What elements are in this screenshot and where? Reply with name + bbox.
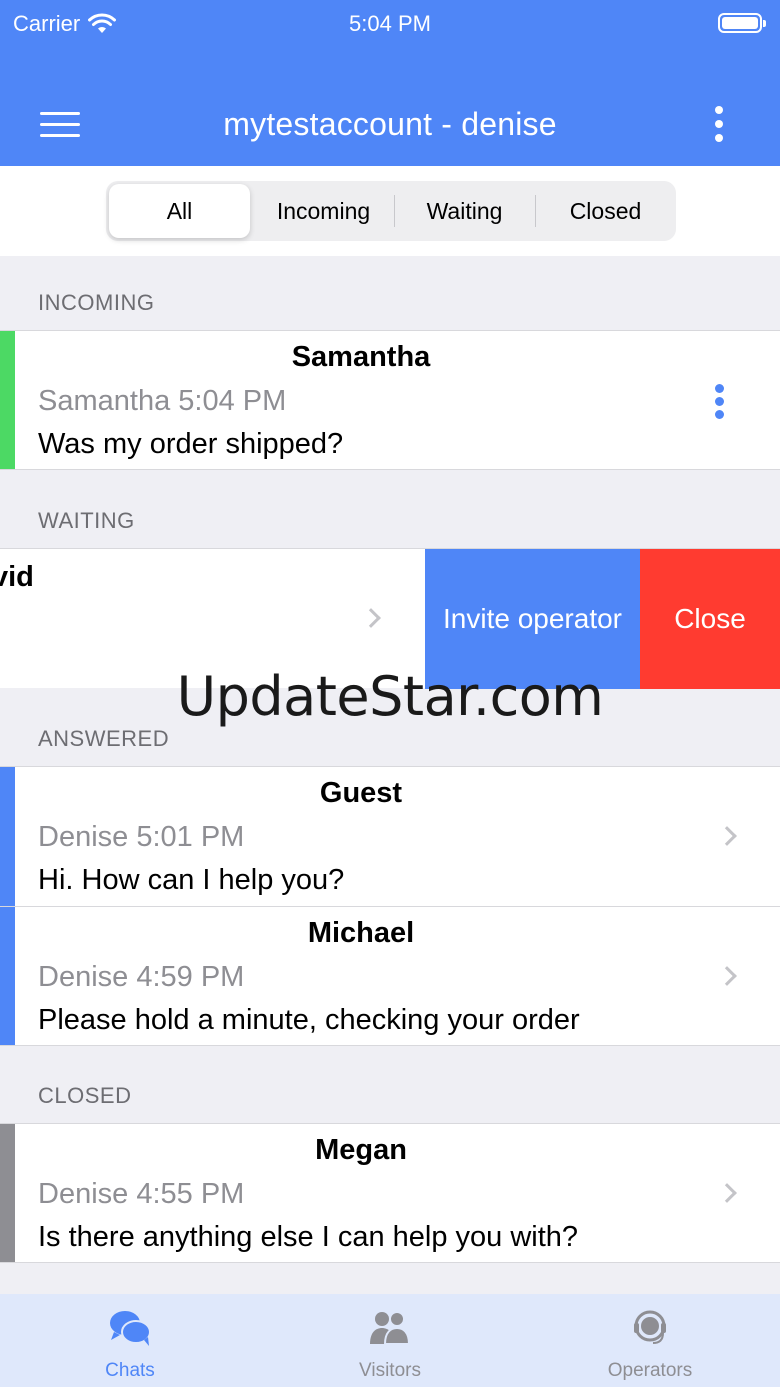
- segment-closed[interactable]: Closed: [535, 181, 676, 241]
- status-bar: Carrier 5:04 PM: [0, 0, 780, 48]
- segment-waiting[interactable]: Waiting: [394, 181, 535, 241]
- chat-message: Please hold a minute, checking your orde…: [38, 1004, 580, 1036]
- chat-meta: Denise 4:59 PM: [38, 961, 245, 993]
- tab-bar: Chats Visitors Operators: [0, 1294, 780, 1387]
- visitors-icon: [370, 1311, 411, 1345]
- chat-message: Is there anything else I can help you wi…: [38, 1221, 579, 1253]
- row-options-icon[interactable]: [713, 384, 727, 420]
- chevron-right-icon: [717, 826, 737, 846]
- tab-label: Visitors: [359, 1360, 421, 1381]
- tab-visitors[interactable]: Visitors: [260, 1294, 520, 1387]
- chat-meta: Denise 4:55 PM: [38, 1178, 245, 1210]
- more-options-icon[interactable]: [708, 104, 730, 144]
- chat-message: Hi. How can I help you?: [38, 864, 345, 896]
- segment-all[interactable]: All: [109, 184, 250, 238]
- chat-row-guest[interactable]: Guest Denise 5:01 PM Hi. How can I help …: [0, 766, 780, 906]
- chat-row-megan[interactable]: Megan Denise 4:55 PM Is there anything e…: [0, 1123, 780, 1263]
- section-header-closed: CLOSED: [38, 1083, 132, 1108]
- chat-name: vid: [0, 561, 34, 593]
- page-title: mytestaccount - denise: [223, 106, 557, 142]
- battery-icon: [718, 13, 766, 33]
- chevron-right-icon: [361, 608, 381, 628]
- chat-name: Michael: [307, 917, 415, 949]
- operator-headset-icon: [634, 1310, 666, 1344]
- tab-chats[interactable]: Chats: [0, 1294, 260, 1387]
- filter-bar: All Incoming Waiting Closed: [0, 166, 780, 256]
- segmented-control: All Incoming Waiting Closed: [106, 181, 676, 241]
- chat-meta: Samantha 5:04 PM: [38, 385, 287, 417]
- section-header-incoming: INCOMING: [38, 290, 155, 315]
- segment-incoming[interactable]: Incoming: [253, 181, 394, 241]
- chat-row-samantha[interactable]: Samantha Samantha 5:04 PM Was my order s…: [0, 330, 780, 470]
- chat-name: Samantha: [291, 341, 431, 373]
- chevron-right-icon: [717, 1183, 737, 1203]
- navigation-bar: mytestaccount - denise: [0, 88, 780, 162]
- chevron-right-icon: [717, 966, 737, 986]
- status-time: 5:04 PM: [349, 11, 431, 36]
- chat-name: Megan: [315, 1134, 407, 1166]
- top-bar: Carrier 5:04 PM mytestaccount - denise: [0, 0, 780, 166]
- tab-operators[interactable]: Operators: [520, 1294, 780, 1387]
- section-header-answered: ANSWERED: [38, 726, 170, 751]
- chat-message: Was my order shipped?: [38, 428, 344, 460]
- tab-label: Chats: [105, 1360, 155, 1381]
- chat-row-michael[interactable]: Michael Denise 4:59 PM Please hold a min…: [0, 906, 780, 1046]
- section-header-waiting: WAITING: [38, 508, 135, 533]
- chat-bubbles-icon: [110, 1311, 151, 1346]
- watermark: UpdateStar.com: [176, 665, 604, 728]
- tab-label: Operators: [607, 1360, 693, 1381]
- chat-meta: Denise 5:01 PM: [38, 821, 245, 853]
- chat-name: Guest: [319, 777, 403, 809]
